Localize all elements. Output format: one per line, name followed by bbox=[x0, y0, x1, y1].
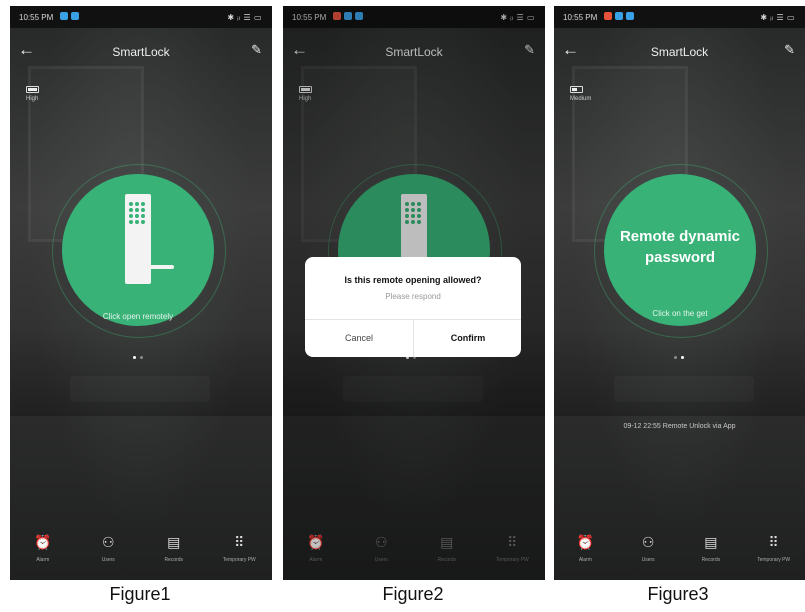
remote-open-dialog: Is this remote opening allowed? Please r… bbox=[305, 257, 521, 357]
edit-pencil-icon[interactable]: ✎ bbox=[251, 42, 262, 58]
latest-record: 09-12 22:55 Remote Unlock via App bbox=[623, 423, 736, 430]
keypad-grid-icon: ⠿ bbox=[234, 534, 245, 550]
background-sofa bbox=[554, 326, 805, 416]
battery-icon bbox=[26, 86, 39, 93]
battery-level-label: High bbox=[26, 96, 39, 102]
tab-users[interactable]: ⚇ Users bbox=[76, 524, 142, 580]
background-table bbox=[614, 376, 754, 402]
background-sofa bbox=[10, 326, 272, 416]
alarm-icon: ⏰ bbox=[34, 534, 52, 550]
app-header: ← SmartLock ✎ bbox=[554, 36, 805, 66]
notification-icon bbox=[604, 12, 612, 20]
notification-icons bbox=[60, 12, 79, 20]
status-bar: 10:55 PM ✱ ᵢₗ ☰ ▭ bbox=[10, 6, 272, 28]
bottom-tab-bar: ⏰ Alarm ⚇ Users ▤ Records ⠿ Temporary PW bbox=[554, 524, 805, 580]
figure-caption-1: Figure1 bbox=[109, 584, 171, 604]
dynamic-password-title-line2: password bbox=[644, 249, 716, 266]
keypad-grid-icon: ⠿ bbox=[768, 534, 779, 550]
dynamic-password-title-line1: Remote dynamic bbox=[619, 228, 741, 245]
system-status-icons: ✱ ᵢₗ ☰ ▭ bbox=[760, 13, 795, 22]
confirm-button[interactable]: Confirm bbox=[414, 320, 521, 357]
tab-temporary-pw[interactable]: ⠿ Temporary PW bbox=[207, 524, 273, 580]
alarm-icon: ⏰ bbox=[576, 534, 595, 550]
background-table bbox=[70, 376, 210, 402]
notification-icon bbox=[626, 12, 634, 20]
page-indicator bbox=[674, 356, 684, 359]
cancel-button[interactable]: Cancel bbox=[305, 320, 413, 357]
tab-alarm[interactable]: ⏰ Alarm bbox=[554, 524, 617, 580]
battery-icon bbox=[570, 86, 583, 93]
phone-screen-2: 10:55 PM ✱ ᵢₗ ☰ ▭ ← SmartLock ✎ High ⏰ A… bbox=[283, 6, 545, 580]
dynamic-password-button[interactable]: Remote dynamic password Click on the get bbox=[604, 174, 756, 326]
users-icon: ⚇ bbox=[641, 534, 655, 550]
system-status-icons: ✱ ᵢₗ ☰ ▭ bbox=[227, 13, 262, 22]
battery-indicator: Medium bbox=[570, 86, 591, 102]
phone-screen-1: 10:55 PM ✱ ᵢₗ ☰ ▭ ← SmartLock ✎ High Cli… bbox=[10, 6, 272, 580]
figure-caption-2: Figure2 bbox=[382, 584, 444, 604]
app-header: ← SmartLock ✎ bbox=[10, 36, 272, 66]
battery-indicator: High bbox=[26, 86, 39, 102]
page-indicator bbox=[133, 356, 143, 359]
lock-handle-bar bbox=[140, 265, 174, 269]
notification-icons bbox=[604, 12, 634, 20]
tab-records[interactable]: ▤ Records bbox=[141, 524, 207, 580]
tab-records[interactable]: ▤ Records bbox=[680, 524, 743, 580]
page-title: SmartLock bbox=[650, 45, 709, 59]
page-title: SmartLock bbox=[112, 45, 170, 59]
edit-pencil-icon[interactable]: ✎ bbox=[784, 42, 795, 58]
battery-level-label: Medium bbox=[570, 96, 592, 102]
status-time: 10:55 PM bbox=[19, 13, 54, 22]
bottom-tab-bar: ⏰ Alarm ⚇ Users ▤ Records ⠿ Temporary PW bbox=[10, 524, 272, 580]
tab-alarm[interactable]: ⏰ Alarm bbox=[10, 524, 76, 580]
users-icon: ⚇ bbox=[101, 534, 115, 550]
notification-icon bbox=[60, 12, 68, 20]
records-icon: ▤ bbox=[704, 534, 718, 550]
get-password-label: Click on the get bbox=[652, 309, 708, 318]
figure-caption-3: Figure3 bbox=[647, 584, 709, 604]
dialog-subtitle: Please respond bbox=[385, 292, 441, 301]
tab-temporary-pw[interactable]: ⠿ Temporary PW bbox=[742, 524, 805, 580]
remote-open-button[interactable]: Click open remotely bbox=[62, 174, 214, 326]
phone-screen-3: 10:55 PM ✱ ᵢₗ ☰ ▭ ← SmartLock ✎ Medium R… bbox=[554, 6, 805, 580]
notification-icon bbox=[71, 12, 79, 20]
tab-users[interactable]: ⚇ Users bbox=[617, 524, 680, 580]
status-bar: 10:55 PM ✱ ᵢₗ ☰ ▭ bbox=[554, 6, 805, 28]
keypad-icon bbox=[129, 202, 145, 224]
dialog-title: Is this remote opening allowed? bbox=[344, 275, 482, 285]
status-time: 10:55 PM bbox=[563, 13, 598, 22]
records-icon: ▤ bbox=[167, 534, 181, 550]
remote-open-label: Click open remotely bbox=[102, 312, 174, 321]
notification-icon bbox=[615, 12, 623, 20]
